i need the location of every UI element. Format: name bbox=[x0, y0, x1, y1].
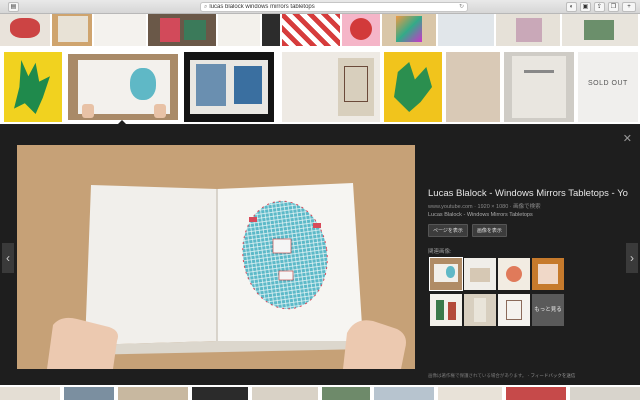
copyright-text: 画像は著作権で保護されている場合があります。 bbox=[428, 373, 527, 378]
thumbnail[interactable] bbox=[262, 14, 280, 46]
thumbnail[interactable] bbox=[562, 14, 638, 46]
related-images-grid: もっと見る bbox=[428, 257, 628, 328]
image-results-row-2: SOLD OUT bbox=[0, 48, 640, 124]
magnifier-icon: ⌕ bbox=[204, 4, 208, 10]
thumbnail[interactable] bbox=[322, 387, 370, 400]
preview-subtitle: Lucas Blalock - Windows Mirrors Tabletop… bbox=[428, 212, 533, 218]
thumbnail[interactable] bbox=[438, 14, 494, 46]
thumbnail[interactable] bbox=[64, 387, 114, 400]
thumbnail[interactable]: SOLD OUT bbox=[578, 52, 638, 122]
preview-title[interactable]: Lucas Blalock - Windows Mirrors Tabletop… bbox=[428, 188, 628, 199]
thumbnail-selected[interactable] bbox=[66, 52, 180, 122]
thumbnail[interactable] bbox=[438, 387, 502, 400]
related-thumbnail[interactable] bbox=[464, 258, 496, 290]
address-bar[interactable]: ⌕ lucas blalock windows mirrors tabletop… bbox=[200, 2, 468, 12]
thumbnail[interactable] bbox=[52, 14, 92, 46]
thumbnail[interactable] bbox=[504, 52, 574, 122]
thumbnail[interactable] bbox=[342, 14, 380, 46]
feedback-link[interactable]: フィードバックを送信 bbox=[530, 373, 575, 378]
new-tab-icon[interactable]: + bbox=[622, 2, 636, 12]
browser-toolbar: ▤ ⌕ lucas blalock windows mirrors tablet… bbox=[0, 0, 640, 14]
thumbnail[interactable] bbox=[94, 14, 146, 46]
thumbnail[interactable] bbox=[496, 14, 560, 46]
related-images-label: 関連画像: bbox=[428, 249, 452, 255]
thumbnail[interactable] bbox=[282, 14, 340, 46]
thumbnail[interactable] bbox=[184, 52, 274, 122]
download-icon[interactable]: ◐ bbox=[566, 2, 577, 12]
prev-arrow-icon[interactable]: ‹ bbox=[2, 243, 14, 273]
image-preview-panel: ‹ › ✕ Lucas Blalock - Windows Mirrors Ta… bbox=[0, 125, 640, 385]
thumbnail[interactable] bbox=[570, 387, 640, 400]
thumbnail[interactable] bbox=[252, 387, 318, 400]
book-photo bbox=[17, 145, 415, 369]
preview-info: Lucas Blalock - Windows Mirrors Tabletop… bbox=[428, 188, 628, 328]
view-page-button[interactable]: ページを表示 bbox=[428, 224, 468, 237]
image-results-row-3 bbox=[0, 385, 640, 400]
related-thumbnail[interactable] bbox=[498, 258, 530, 290]
tabs-icon[interactable]: ❐ bbox=[608, 2, 619, 12]
thumbnail[interactable] bbox=[148, 14, 216, 46]
thumbnail[interactable] bbox=[4, 52, 62, 122]
thumbnail[interactable] bbox=[118, 387, 188, 400]
related-thumbnail[interactable] bbox=[498, 294, 530, 326]
preview-meta: www.youtube.com · 1920 × 1080 · 画像で検索 bbox=[428, 204, 541, 210]
related-thumbnail[interactable] bbox=[429, 257, 463, 291]
thumbnail[interactable] bbox=[0, 387, 60, 400]
related-thumbnail[interactable] bbox=[430, 294, 462, 326]
thumbnail[interactable] bbox=[384, 52, 442, 122]
thumbnail[interactable] bbox=[218, 14, 260, 46]
preview-buttons: ページを表示 画像を表示 bbox=[428, 224, 628, 237]
image-results-row-1 bbox=[0, 14, 640, 48]
reload-icon[interactable]: ↻ bbox=[459, 3, 464, 11]
browser-window: ▤ ⌕ lucas blalock windows mirrors tablet… bbox=[0, 0, 640, 400]
related-thumbnail[interactable] bbox=[464, 294, 496, 326]
view-image-button[interactable]: 画像を表示 bbox=[471, 224, 507, 237]
copyright-note: 画像は著作権で保護されている場合があります。 - フィードバックを送信 bbox=[428, 373, 576, 378]
more-related-button[interactable]: もっと見る bbox=[532, 294, 564, 326]
thumbnail[interactable] bbox=[446, 52, 500, 122]
extension-icon[interactable]: ▣ bbox=[580, 2, 591, 12]
thumbnail[interactable] bbox=[0, 14, 50, 46]
sidebar-icon[interactable]: ▤ bbox=[8, 2, 19, 12]
sold-out-label: SOLD OUT bbox=[588, 80, 628, 87]
url-text: lucas blalock windows mirrors tabletops bbox=[209, 4, 315, 10]
thumbnail[interactable] bbox=[382, 14, 436, 46]
share-icon[interactable]: ⇪ bbox=[594, 2, 605, 12]
thumbnail[interactable] bbox=[192, 387, 248, 400]
related-thumbnail[interactable] bbox=[532, 258, 564, 290]
more-label: もっと見る bbox=[534, 307, 562, 313]
thumbnail[interactable] bbox=[282, 52, 380, 122]
thumbnail[interactable] bbox=[374, 387, 434, 400]
preview-image[interactable] bbox=[17, 145, 415, 369]
close-icon[interactable]: ✕ bbox=[623, 132, 632, 145]
thumbnail[interactable] bbox=[506, 387, 566, 400]
